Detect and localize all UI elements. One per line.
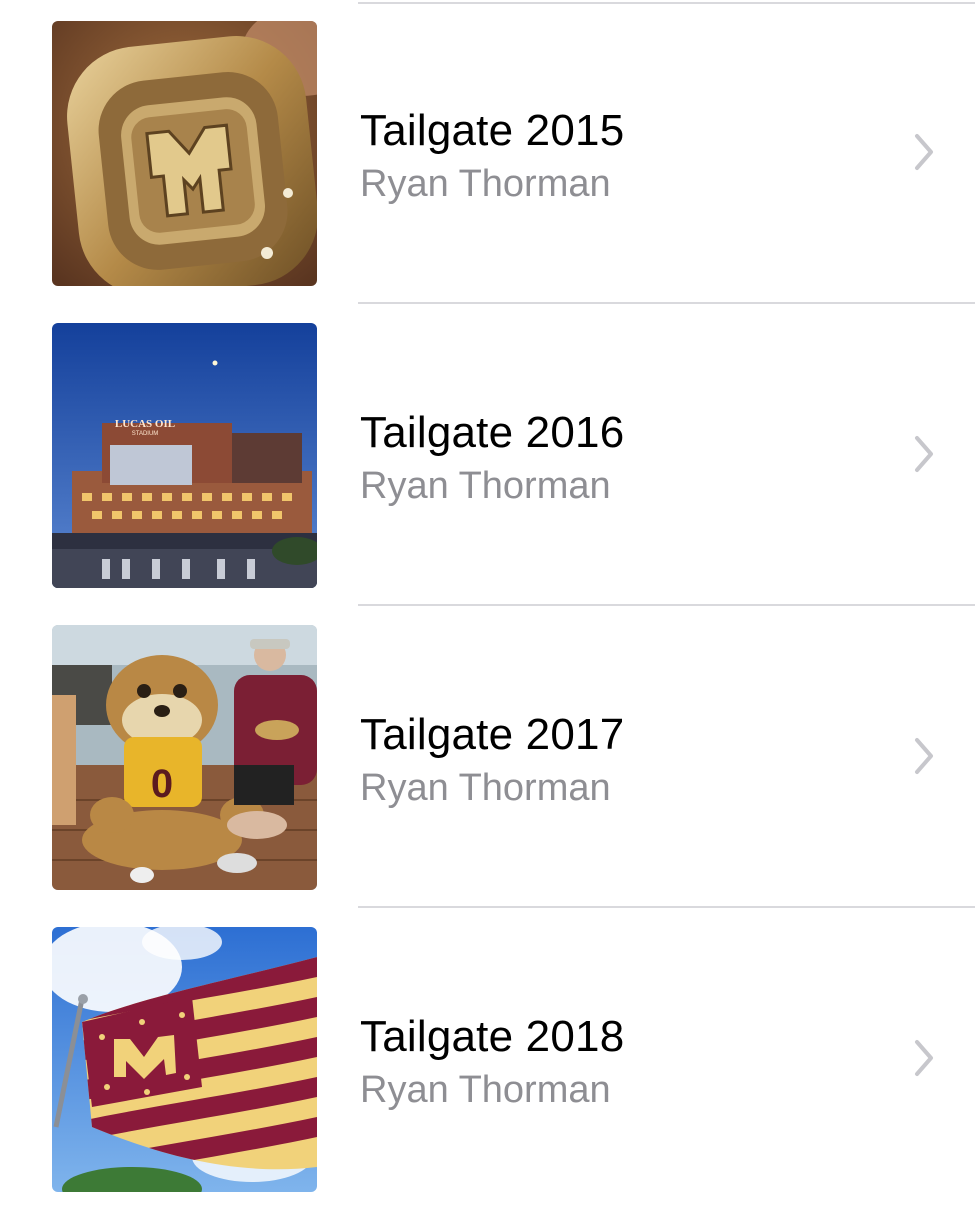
svg-text:0: 0 bbox=[151, 762, 173, 806]
album-owner: Ryan Thorman bbox=[360, 465, 611, 507]
album-title: Tailgate 2018 bbox=[360, 1012, 625, 1061]
album-owner: Ryan Thorman bbox=[360, 1069, 611, 1111]
album-row-tailgate-2018[interactable]: Tailgate 2018 Ryan Thorman bbox=[0, 908, 975, 1210]
mascot-image: 0 bbox=[52, 625, 317, 890]
stadium-sign-line-1: LUCAS OIL bbox=[115, 418, 175, 430]
album-row-tailgate-2016[interactable]: LUCAS OIL STADIUM Tailgate 2016 Ryan Tho… bbox=[0, 304, 975, 606]
album-row-tailgate-2017[interactable]: 0 Tailgate 2017 Ryan Thorman bbox=[0, 606, 975, 908]
flag-image bbox=[52, 927, 317, 1192]
album-thumbnail-flag bbox=[52, 927, 317, 1192]
album-row-tailgate-2015[interactable]: Tailgate 2015 Ryan Thorman bbox=[0, 2, 975, 304]
stadium-image: LUCAS OIL STADIUM bbox=[52, 323, 317, 588]
chevron-right-icon bbox=[915, 134, 933, 170]
album-owner: Ryan Thorman bbox=[360, 163, 611, 205]
album-title: Tailgate 2015 bbox=[360, 106, 625, 155]
album-owner: Ryan Thorman bbox=[360, 767, 611, 809]
chevron-right-icon bbox=[915, 738, 933, 774]
album-thumbnail-stadium: LUCAS OIL STADIUM bbox=[52, 323, 317, 588]
album-thumbnail-ring bbox=[52, 21, 317, 286]
album-title: Tailgate 2016 bbox=[360, 408, 625, 457]
album-title: Tailgate 2017 bbox=[360, 710, 625, 759]
chevron-right-icon bbox=[915, 436, 933, 472]
album-thumbnail-mascot: 0 bbox=[52, 625, 317, 890]
album-list: Tailgate 2015 Ryan Thorman LUCAS OIL STA… bbox=[0, 0, 975, 1200]
championship-ring-image bbox=[52, 21, 317, 286]
chevron-right-icon bbox=[915, 1040, 933, 1076]
stadium-sign-line-2: STADIUM bbox=[132, 431, 159, 437]
